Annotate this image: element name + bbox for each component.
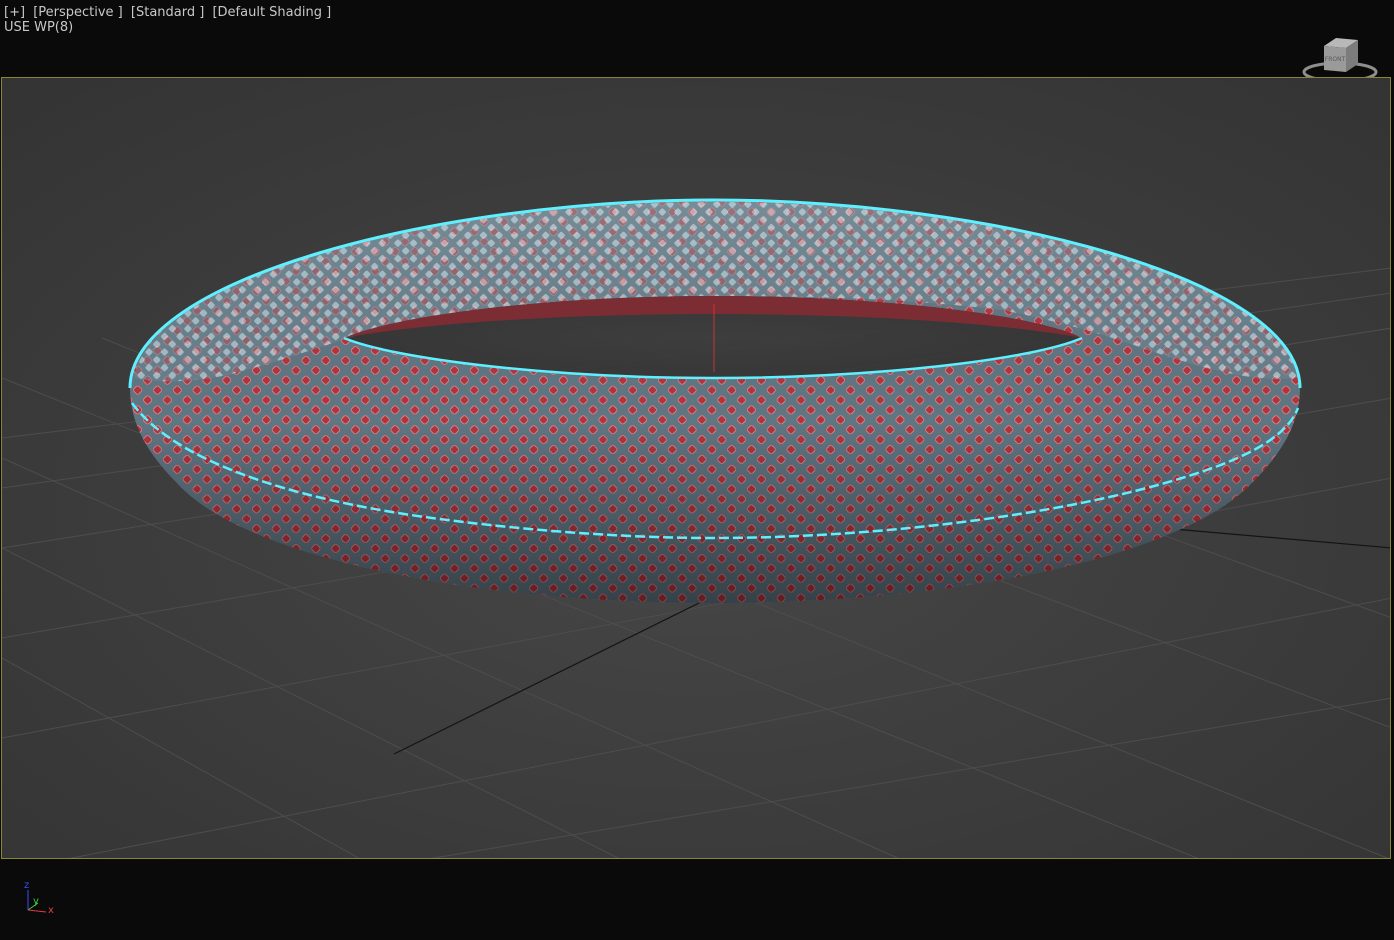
viewport-info-text: USE WP(8) [4,20,74,35]
viewport-label-bar: [+] [Perspective ] [Standard ] [Default … [4,6,335,19]
viewport-standard-menu[interactable]: [Standard ] [131,5,204,20]
lattice-torus[interactable] [128,198,1302,603]
viewport-scene[interactable] [2,78,1391,859]
viewcube-front-label: FRONT [1325,56,1346,63]
safe-frame [1,77,1391,859]
axis-y-label: y [33,896,39,907]
viewport-general-menu[interactable]: [+] [4,5,25,20]
axis-tripod: z y x [18,878,66,922]
viewport-shading-menu[interactable]: [Default Shading ] [212,5,331,20]
torus-shading [130,200,1300,603]
viewport-point-of-view-menu[interactable]: [Perspective ] [33,5,123,20]
axis-z-label: z [24,880,30,891]
axis-x-label: x [48,905,54,916]
